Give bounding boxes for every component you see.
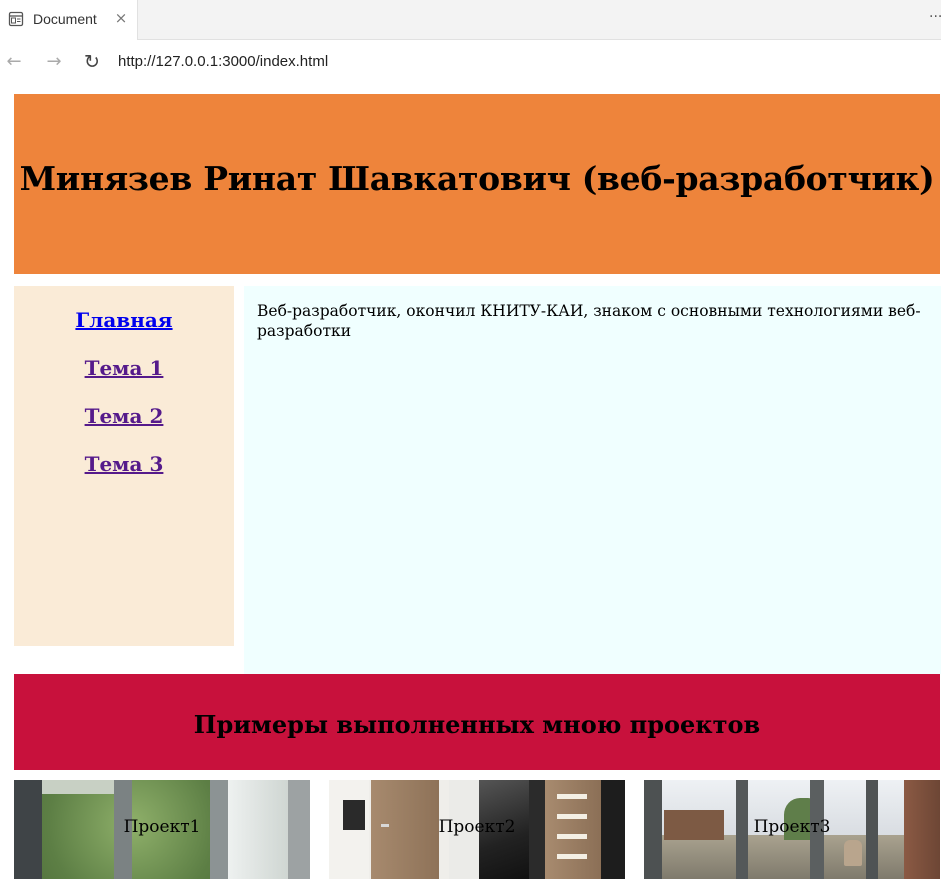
project-card-2[interactable]: Проект2 (329, 780, 625, 879)
yard-ground (644, 835, 940, 879)
reload-icon[interactable]: ↻ (80, 50, 104, 74)
back-icon[interactable]: ← (2, 50, 26, 74)
main-content: Веб-разработчик, окончил КНИТУ-КАИ, знак… (244, 286, 941, 674)
project-card-3[interactable]: Проект3 (644, 780, 940, 879)
nav-link-topic-1[interactable]: Тема 1 (85, 356, 164, 380)
browser-tab[interactable]: Document × (0, 0, 138, 40)
project-label-2: Проект2 (438, 817, 516, 837)
garden-vase (844, 840, 862, 866)
close-icon[interactable]: × (112, 8, 130, 28)
project-card-1[interactable]: Проект1 (14, 780, 310, 879)
sidebar-item-topic-2: Тема 2 (14, 404, 234, 428)
project-label-1: Проект1 (123, 817, 201, 837)
sidebar-item-home: Главная (14, 308, 234, 332)
browser-tab-bar: Document × ··· (0, 0, 941, 40)
sidebar-item-topic-1: Тема 1 (14, 356, 234, 380)
page-header: Минязев Ринат Шавкатович (веб-разработчи… (14, 94, 940, 274)
url-field[interactable]: http://127.0.0.1:3000/index.html (118, 53, 328, 70)
nav-link-topic-2[interactable]: Тема 2 (85, 404, 164, 428)
more-options-icon[interactable]: ··· (929, 9, 941, 29)
intro-text: Веб-разработчик, окончил КНИТУ-КАИ, знак… (257, 302, 921, 340)
sky (42, 780, 114, 794)
projects-header: Примеры выполненных мною проектов (14, 674, 940, 770)
project-label-3: Проект3 (753, 817, 831, 837)
tab-title: Document (33, 11, 97, 27)
sidebar-item-topic-3: Тема 3 (14, 452, 234, 476)
nav-link-topic-3[interactable]: Тема 3 (85, 452, 164, 476)
sidebar: Главная Тема 1 Тема 2 Тема 3 (14, 286, 234, 646)
projects-title: Примеры выполненных мною проектов (193, 709, 761, 739)
forward-icon[interactable]: → (42, 50, 66, 74)
address-bar: ← → ↻ http://127.0.0.1:3000/index.html (0, 40, 941, 84)
door-glass-strip (557, 854, 587, 859)
page-icon (8, 11, 24, 27)
nav-link-home[interactable]: Главная (75, 308, 172, 332)
door-glass-strip (557, 794, 587, 799)
page-title: Минязев Ринат Шавкатович (веб-разработчи… (19, 158, 935, 198)
